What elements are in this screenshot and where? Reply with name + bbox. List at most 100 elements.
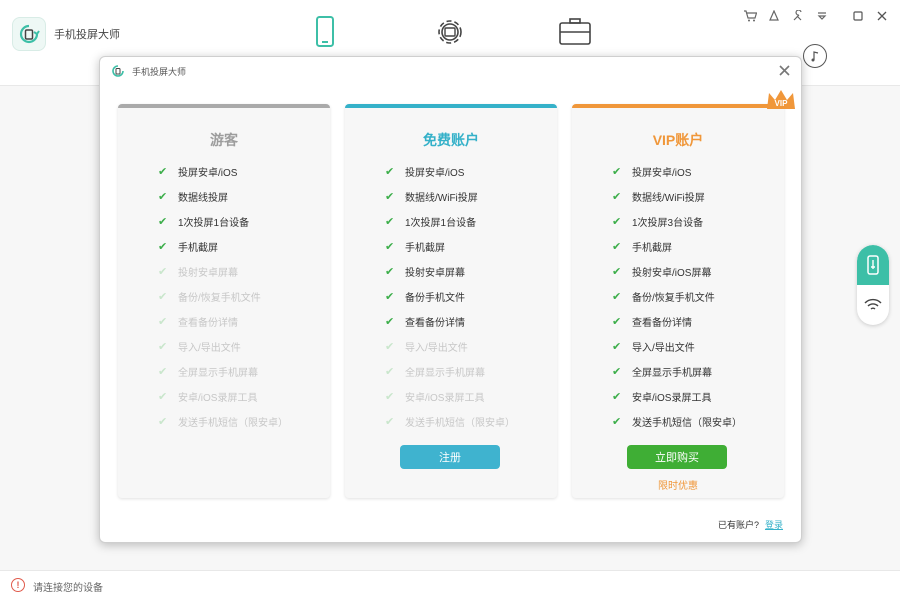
feature-label: 备份手机文件 (405, 293, 465, 304)
check-icon: ✔ (612, 216, 622, 228)
feature-item: ✔ 备份手机文件 (385, 284, 515, 309)
feature-item: ✔ 投射安卓屏幕 (385, 259, 515, 284)
check-icon: ✔ (385, 266, 395, 278)
feature-label: 发送手机短信（限安卓） (178, 418, 288, 429)
login-link[interactable]: 登录 (765, 520, 783, 530)
feature-item: ✔ 1次投屏1台设备 (158, 209, 288, 234)
promo-link[interactable]: 限时优惠 (572, 477, 784, 492)
feature-item: ✔ 投屏安卓/iOS (612, 159, 742, 184)
feature-label: 手机截屏 (405, 243, 445, 254)
feature-item: ✔ 查看备份详情 (612, 309, 742, 334)
feature-item: ✔ 安卓/iOS录屏工具 (612, 384, 742, 409)
feature-label: 手机截屏 (178, 243, 218, 254)
check-icon: ✔ (158, 366, 168, 378)
feature-item: ✔ 数据线/WiFi投屏 (612, 184, 742, 209)
feature-label: 1次投屏1台设备 (405, 218, 477, 229)
feature-item: ✔ 投射安卓屏幕 (158, 259, 288, 284)
check-icon: ✔ (158, 341, 168, 353)
feature-item: ✔ 1次投屏3台设备 (612, 209, 742, 234)
check-icon: ✔ (158, 166, 168, 178)
feature-label: 数据线投屏 (178, 193, 228, 204)
vip-crown-badge-icon: VIP (764, 87, 798, 117)
check-icon: ✔ (385, 316, 395, 328)
register-button[interactable]: 注册 (400, 445, 500, 469)
feature-item: ✔ 手机截屏 (612, 234, 742, 259)
feature-label: 发送手机短信（限安卓） (405, 418, 515, 429)
feature-list-guest: ✔ 投屏安卓/iOS ✔ 数据线投屏 ✔ 1次投屏1台设备 ✔ 手机截屏 ✔ 投射安卓屏幕 ✔ 备份/… (158, 159, 288, 434)
feature-label: 数据线/WiFi投屏 (405, 193, 478, 204)
check-icon: ✔ (158, 291, 168, 303)
feature-label: 安卓/iOS录屏工具 (405, 393, 485, 404)
check-icon: ✔ (385, 341, 395, 353)
feature-item: ✔ 查看备份详情 (158, 309, 288, 334)
buy-now-button[interactable]: 立即购买 (627, 445, 727, 469)
feature-item: ✔ 安卓/iOS录屏工具 (158, 384, 288, 409)
feature-label: 手机截屏 (632, 243, 672, 254)
feature-label: 查看备份详情 (178, 318, 238, 329)
settings-gear-icon[interactable] (432, 14, 468, 50)
music-note-icon[interactable] (803, 44, 827, 68)
feature-label: 投射安卓/iOS屏幕 (632, 268, 712, 279)
feature-item: ✔ 查看备份详情 (385, 309, 515, 334)
app-title: 手机投屏大师 (54, 29, 120, 41)
account-dialog: 手机投屏大师 游客 ✔ 投屏安卓/iOS ✔ 数据线投屏 ✔ 1次投屏1台设备 ✔ 手机截屏 ✔… (99, 56, 802, 543)
plan-card-vip: VIP账户 ✔ 投屏安卓/iOS ✔ 数据线/WiFi投屏 ✔ 1次投屏3台设备 ✔ 手机截屏… (572, 104, 784, 498)
feature-label: 发送手机短信（限安卓） (632, 418, 742, 429)
phone-icon[interactable] (307, 14, 343, 50)
check-icon: ✔ (385, 391, 395, 403)
feature-item: ✔ 发送手机短信（限安卓） (158, 409, 288, 434)
feature-label: 投屏安卓/iOS (178, 168, 238, 179)
feature-label: 导入/导出文件 (632, 343, 695, 354)
check-icon: ✔ (612, 291, 622, 303)
feature-label: 安卓/iOS录屏工具 (632, 393, 712, 404)
maximize-icon[interactable] (848, 7, 868, 25)
feature-label: 全屏显示手机屏幕 (632, 368, 712, 379)
app-logo-icon (12, 17, 46, 51)
check-icon: ✔ (158, 316, 168, 328)
check-icon: ✔ (158, 266, 168, 278)
tools-icon[interactable] (788, 7, 808, 25)
feature-label: 投射安卓屏幕 (405, 268, 465, 279)
feature-list-vip: ✔ 投屏安卓/iOS ✔ 数据线/WiFi投屏 ✔ 1次投屏3台设备 ✔ 手机截屏 ✔ 投射安卓/… (612, 159, 742, 434)
check-icon: ✔ (385, 291, 395, 303)
feature-label: 查看备份详情 (405, 318, 465, 329)
login-row: 已有账户? 登录 (718, 518, 783, 531)
check-icon: ✔ (385, 191, 395, 203)
menu-icon[interactable] (812, 7, 832, 25)
plan-card-free: 免费账户 ✔ 投屏安卓/iOS ✔ 数据线/WiFi投屏 ✔ 1次投屏1台设备 ✔ 手机截屏 ✔… (345, 104, 557, 498)
feature-label: 投屏安卓/iOS (405, 168, 465, 179)
feature-label: 数据线/WiFi投屏 (632, 193, 705, 204)
close-icon[interactable] (872, 7, 892, 25)
feature-list-free: ✔ 投屏安卓/iOS ✔ 数据线/WiFi投屏 ✔ 1次投屏1台设备 ✔ 手机截屏 ✔ 投射安卓屏… (385, 159, 515, 434)
plan-card-guest: 游客 ✔ 投屏安卓/iOS ✔ 数据线投屏 ✔ 1次投屏1台设备 ✔ 手机截屏 ✔ 投射安卓屏幕 ✔… (118, 104, 330, 498)
feature-item: ✔ 发送手机短信（限安卓） (612, 409, 742, 434)
feature-item: ✔ 导入/导出文件 (612, 334, 742, 359)
check-icon: ✔ (612, 241, 622, 253)
check-icon: ✔ (612, 191, 622, 203)
check-icon: ✔ (158, 391, 168, 403)
toolbox-icon[interactable] (557, 14, 593, 50)
check-icon: ✔ (385, 416, 395, 428)
usb-connect-icon[interactable] (857, 245, 889, 285)
wifi-connect-icon[interactable] (857, 285, 889, 325)
dialog-close-icon[interactable] (775, 61, 793, 79)
user-icon[interactable] (764, 7, 784, 25)
feature-item: ✔ 数据线/WiFi投屏 (385, 184, 515, 209)
check-icon: ✔ (158, 416, 168, 428)
vip-badge-label: VIP (775, 99, 789, 108)
feature-label: 投射安卓屏幕 (178, 268, 238, 279)
check-icon: ✔ (385, 216, 395, 228)
feature-label: 导入/导出文件 (178, 343, 241, 354)
feature-item: ✔ 手机截屏 (385, 234, 515, 259)
feature-item: ✔ 数据线投屏 (158, 184, 288, 209)
check-icon: ✔ (612, 416, 622, 428)
feature-label: 备份/恢复手机文件 (178, 293, 261, 304)
check-icon: ✔ (385, 166, 395, 178)
feature-item: ✔ 投射安卓/iOS屏幕 (612, 259, 742, 284)
plan-title-vip: VIP账户 (652, 132, 704, 148)
cart-icon[interactable] (740, 7, 760, 25)
alert-icon: ! (11, 578, 25, 592)
feature-item: ✔ 全屏显示手机屏幕 (612, 359, 742, 384)
feature-item: ✔ 全屏显示手机屏幕 (385, 359, 515, 384)
check-icon: ✔ (158, 191, 168, 203)
